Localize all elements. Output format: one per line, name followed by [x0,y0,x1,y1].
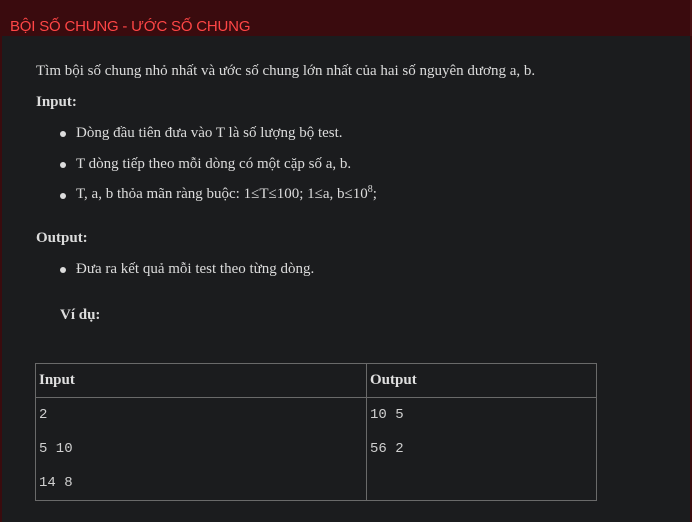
example-input-cell: 2 5 10 14 8 [35,397,367,501]
bullet-icon [60,162,66,168]
input-item-1: Dòng đầu tiên đưa vào T là số lượng bộ t… [76,125,343,141]
example-heading: Ví dụ: [60,307,101,323]
bullet-icon [60,267,66,273]
table-header-input: Input [35,363,367,398]
output-heading: Output: [36,230,88,246]
example-table: Input Output 2 5 10 14 8 10 5 56 2 [35,363,597,501]
problem-title: BỘI SỐ CHUNG - ƯỚC SỐ CHUNG [10,18,251,35]
example-output-cell: 10 5 56 2 [366,397,597,501]
bullet-icon [60,131,66,137]
example-output-line: 56 2 [370,441,404,457]
example-output-line: 10 5 [370,407,404,423]
example-input-line: 2 [39,407,48,423]
input-item-3-end: ; [372,186,377,202]
example-input-line: 14 8 [39,475,73,491]
input-item-2: T dòng tiếp theo mỗi dòng có một cặp số … [76,156,352,172]
output-item-1: Đưa ra kết quả mỗi test theo từng dòng. [76,261,315,277]
input-item-3-text: T, a, b thỏa mãn ràng buộc: 1≤T≤100; 1≤a… [76,186,368,202]
problem-statement: Tìm bội số chung nhỏ nhất và ước số chun… [36,63,536,79]
page-header: BỘI SỐ CHUNG - ƯỚC SỐ CHUNG [0,0,692,36]
bullet-icon [60,193,66,199]
example-input-line: 5 10 [39,441,73,457]
table-header-output: Output [366,363,597,398]
input-item-3: T, a, b thỏa mãn ràng buộc: 1≤T≤100; 1≤a… [76,185,377,203]
input-heading: Input: [36,94,77,110]
